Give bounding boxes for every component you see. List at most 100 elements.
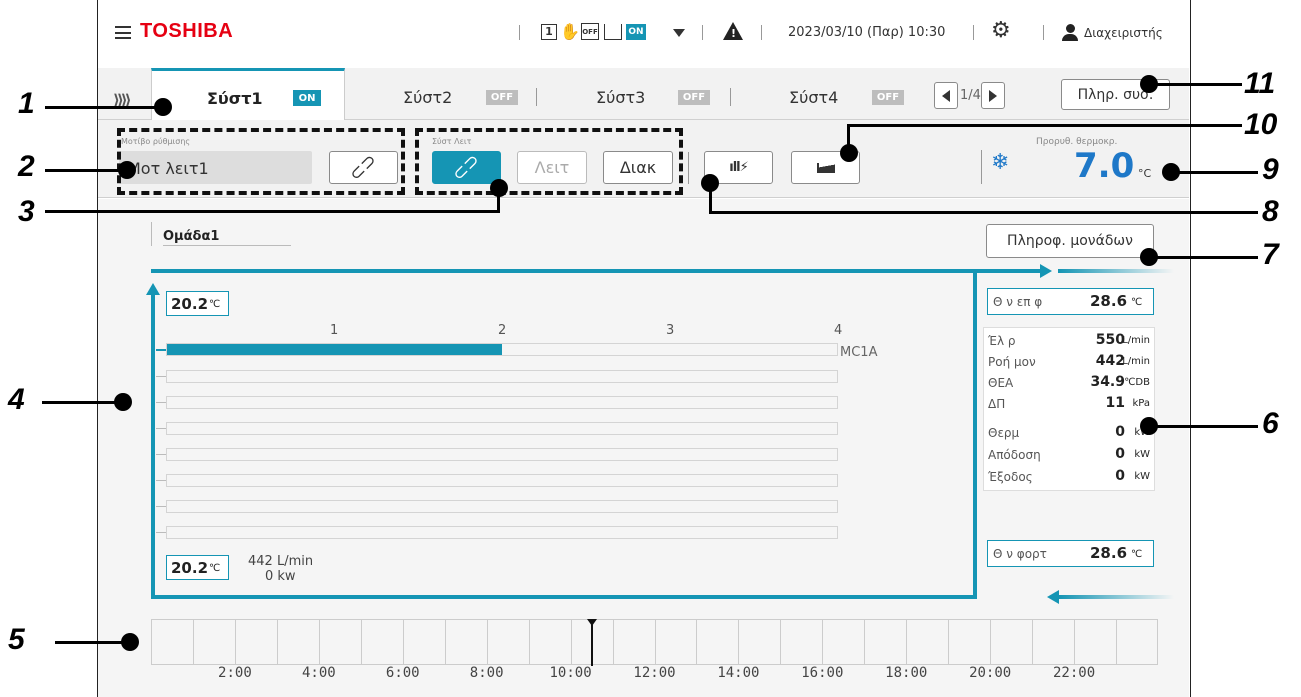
callout-number: 9: [1262, 153, 1279, 186]
empty-module-bar: [166, 448, 838, 461]
branch-tick: [156, 506, 166, 507]
triangle-right-icon: [989, 89, 997, 102]
return-temp-box: 20.2 ℃: [166, 555, 229, 580]
timeline-gridline: [1032, 620, 1034, 665]
tab-system-4[interactable]: Σύστ4 OFF: [734, 68, 924, 120]
timeline-gridline: [864, 620, 866, 665]
callout-dot: [1140, 75, 1158, 93]
supply-temp-unit: ℃: [209, 299, 221, 310]
right-riser-pipe: [973, 269, 977, 599]
scale-label: 4: [834, 323, 843, 338]
timeline-gridline: [696, 620, 698, 665]
triangle-left-icon: [942, 89, 950, 102]
callout-dot: [1140, 417, 1158, 435]
return-temp-unit: ℃: [209, 563, 221, 574]
callout-number: 8: [1262, 195, 1279, 228]
prev-page-button[interactable]: [934, 82, 958, 109]
timeline-hour-label: 4:00: [301, 665, 336, 681]
inlet-temp-label: Θ ν επ φ: [993, 295, 1043, 309]
stat-row: Ροή μον 442 L/min: [983, 353, 1153, 371]
callout-dot: [118, 161, 136, 179]
tab-label: Σύστ2: [403, 88, 453, 107]
module-bar[interactable]: [166, 343, 838, 356]
stat-unit: kW: [1134, 471, 1150, 482]
timeline-gridline: [360, 620, 362, 665]
callout-dot: [701, 174, 719, 192]
stat-value: 442: [1095, 353, 1125, 369]
stat-value: 34.9: [1090, 374, 1125, 390]
tab-system-3[interactable]: Σύστ3 OFF: [541, 68, 734, 120]
scale-label: 3: [666, 323, 675, 338]
stat-label: Ροή μον: [988, 355, 1036, 369]
tab-status-badge: OFF: [486, 90, 518, 105]
header-divider: [973, 25, 974, 40]
callout-leader: [55, 641, 129, 644]
branch-tick: [156, 376, 166, 377]
timeline-hour-label: 18:00: [885, 665, 928, 681]
callout-number: 4: [8, 383, 25, 416]
next-page-button[interactable]: [981, 82, 1005, 109]
return-temp-value: 20.2: [171, 559, 209, 577]
tab-system-2[interactable]: Σύστ2 OFF: [348, 68, 538, 120]
stat-value: 11: [1105, 395, 1125, 411]
user-name[interactable]: Διαχειριστής: [1084, 26, 1163, 40]
timeline-gridline: [780, 620, 782, 665]
empty-module-bar: [166, 370, 838, 383]
group-flow: 442 L/min: [248, 554, 314, 569]
stat-row: Έλ ρ 550 L/min: [983, 332, 1153, 350]
stat-unit: L/min: [1122, 356, 1150, 367]
branch-tick: [156, 402, 166, 403]
callout-leader: [45, 169, 127, 172]
chevron-down-icon[interactable]: [673, 29, 685, 37]
header-divider: [1043, 25, 1044, 40]
bar-bolt-icon: ıll⚡: [729, 160, 748, 175]
timeline-gridline: [528, 620, 530, 665]
timeline-gridline: [234, 620, 236, 665]
stat-label: ΘΕΑ: [988, 376, 1014, 390]
timeline-gridline: [738, 620, 740, 665]
left-riser-pipe: [151, 293, 155, 599]
tab-label: Σύστ4: [789, 88, 839, 107]
tab-system-1[interactable]: Σύστ1 ON: [151, 68, 345, 121]
branch-tick: [156, 349, 166, 351]
toshiba-logo: TOSHIBA: [140, 20, 234, 42]
user-icon: [1062, 24, 1078, 41]
stat-row: Θερμ0kW: [983, 424, 1153, 442]
timeline-gridline: [570, 620, 572, 665]
tab-status-badge: OFF: [678, 90, 710, 105]
callout-leader: [45, 210, 500, 213]
stat-label: Απόδοση: [988, 448, 1041, 462]
callout-leader: [1155, 83, 1242, 86]
callout-dot: [840, 144, 858, 162]
setpoint-value[interactable]: 7.0: [1074, 146, 1134, 186]
stat-unit: kW: [1134, 449, 1150, 460]
tab-label: Σύστ1: [207, 89, 263, 108]
timeline-hour-label: 16:00: [801, 665, 844, 681]
scale-label: 2: [498, 323, 507, 338]
datetime-display: 2023/03/10 (Παρ) 10:30: [788, 25, 946, 40]
timeline-hour-label: 22:00: [1053, 665, 1096, 681]
callout-dot: [114, 393, 132, 411]
callout-leader: [712, 211, 1258, 214]
stat-unit: ℃DB: [1124, 377, 1150, 388]
hamburger-menu-icon[interactable]: [115, 26, 131, 39]
warning-exclamation: !: [731, 27, 737, 40]
branch-tick: [156, 454, 166, 455]
timeline-gridline: [402, 620, 404, 665]
module-bar-fill: [167, 344, 502, 355]
unit-info-button[interactable]: Πληροφ. μονάδων: [986, 224, 1154, 258]
current-time-marker-head: [586, 619, 597, 626]
group-power: 0 kw: [265, 569, 296, 584]
gear-icon[interactable]: ⚙: [991, 18, 1011, 43]
group-title-rule: [151, 222, 152, 246]
supply-temp-value: 20.2: [171, 295, 209, 313]
callout-leader: [1153, 256, 1258, 259]
timeline-hour-label: 6:00: [385, 665, 420, 681]
return-pipe-in: [1059, 595, 1174, 599]
load-temp-value: 28.6: [1090, 544, 1128, 562]
group-title: Ομάδα1: [163, 229, 220, 244]
stat-row: ΔΠ 11 kPa: [983, 395, 1153, 413]
empty-module-bar: [166, 396, 838, 409]
calendar-off-icon: OFF: [581, 23, 599, 40]
timeline-hour-label: 10:00: [549, 665, 592, 681]
